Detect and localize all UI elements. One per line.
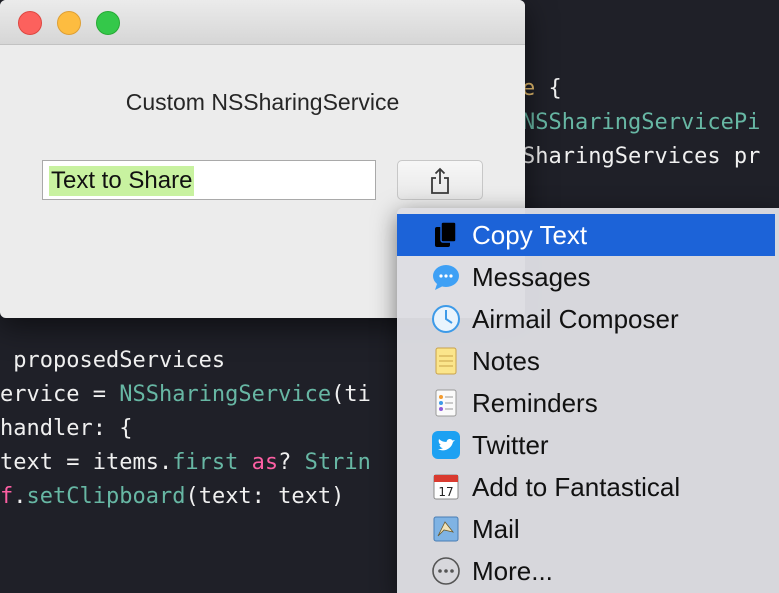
menu-item-reminders[interactable]: Reminders — [397, 382, 775, 424]
menu-item-copy-text[interactable]: Copy Text — [397, 214, 775, 256]
menu-item-label: Mail — [472, 514, 520, 544]
menu-item-label: Reminders — [472, 388, 598, 418]
share-icon — [431, 167, 449, 194]
share-button[interactable] — [397, 160, 483, 200]
more-icon — [432, 557, 460, 585]
menu-item-label: Notes — [472, 346, 540, 376]
share-text-value: Text to Share — [49, 166, 195, 196]
zoom-window-button[interactable] — [96, 11, 120, 35]
sharing-services-menu: Copy Text Messages Airmail Composer Note… — [397, 208, 779, 593]
menu-item-twitter[interactable]: Twitter — [397, 424, 775, 466]
page-title: Custom NSSharingService — [125, 89, 400, 115]
reminders-icon — [435, 389, 457, 417]
menu-item-airmail[interactable]: Airmail Composer — [397, 298, 775, 340]
messages-icon — [433, 265, 459, 290]
menu-item-more[interactable]: More... — [397, 550, 775, 592]
close-window-button[interactable] — [18, 11, 42, 35]
menu-item-label: More... — [472, 556, 553, 586]
airmail-icon — [432, 305, 460, 333]
menu-item-notes[interactable]: Notes — [397, 340, 775, 382]
menu-item-label: Twitter — [472, 430, 549, 460]
minimize-window-button[interactable] — [57, 11, 81, 35]
menu-item-messages[interactable]: Messages — [397, 256, 775, 298]
code-line: handler: { — [0, 416, 133, 441]
menu-item-fantastical[interactable]: 17 Add to Fantastical — [397, 466, 775, 508]
menu-item-label: Add to Fantastical — [472, 472, 681, 502]
twitter-icon — [432, 431, 460, 459]
menu-item-mail[interactable]: Mail — [397, 508, 775, 550]
mail-icon — [433, 516, 459, 542]
code-line: ervice = NSSharingService(ti — [0, 382, 371, 407]
menu-item-label: Messages — [472, 262, 591, 292]
code-line: f.setClipboard(text: text) — [0, 484, 345, 509]
menu-item-label: Airmail Composer — [472, 304, 679, 334]
svg-text:17: 17 — [438, 485, 453, 499]
code-line: e { — [522, 76, 562, 101]
menu-item-label: Copy Text — [472, 220, 588, 250]
code-line: proposedServices — [0, 348, 226, 373]
code-line: NSSharingServicePi — [522, 110, 761, 135]
fantastical-icon: 17 — [433, 474, 459, 500]
code-line: text = items.first as? Strin — [0, 450, 371, 475]
share-text-field[interactable]: Text to Share — [42, 160, 376, 200]
copy-text-icon — [435, 221, 457, 247]
code-line: SharingServices pr — [522, 144, 761, 169]
window-titlebar[interactable] — [0, 0, 525, 45]
notes-icon — [435, 347, 457, 375]
